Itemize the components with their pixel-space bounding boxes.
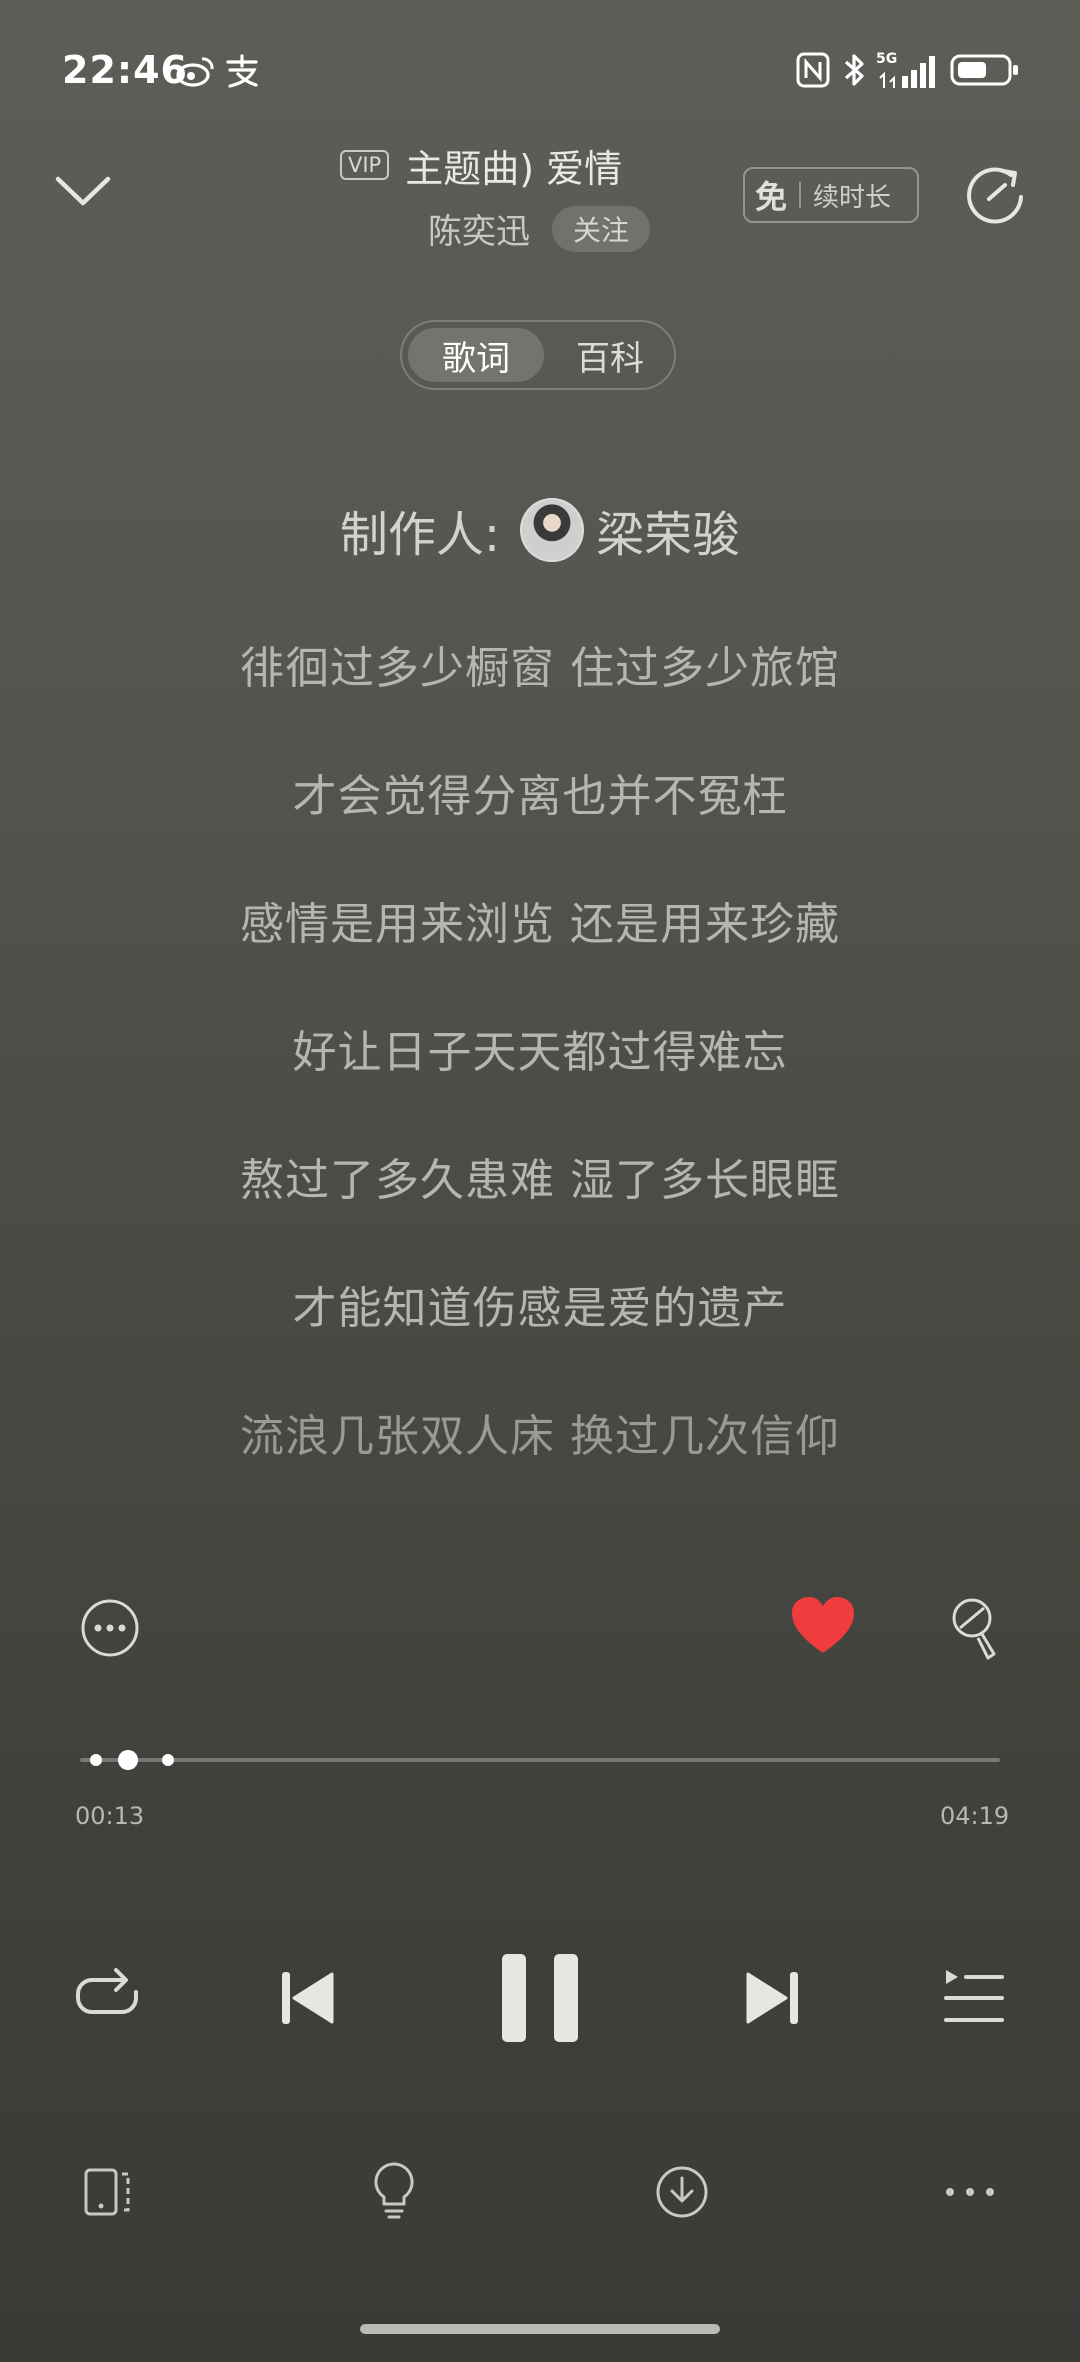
producer-label: 制作人: [339,507,501,563]
lyrics-wiki-tabs: 歌词 百科 [400,320,676,390]
song-title: 主题曲) 爱情 [405,146,623,191]
next-track-icon[interactable] [744,1968,800,2028]
home-indicator[interactable] [360,2324,720,2334]
device-cast-icon[interactable] [82,2166,134,2218]
lyric-line[interactable]: 感情是用来浏览 还是用来珍藏 [0,888,1080,952]
progress-thumb[interactable] [118,1750,138,1770]
download-icon[interactable] [654,2164,710,2220]
producer-avatar[interactable] [520,498,585,562]
alipay-icon [226,54,258,88]
lyric-line[interactable]: 才会觉得分离也并不冤枉 [0,760,1080,824]
follow-button[interactable]: 关注 [552,206,650,252]
current-time: 00:13 [75,1802,145,1830]
collapse-chevron-down-icon[interactable] [50,165,116,215]
vip-badge: VIP [340,150,390,180]
free-label: 续时长 [813,182,892,213]
total-time: 04:19 [940,1802,1010,1830]
pause-icon[interactable] [498,1952,582,2044]
karaoke-mic-icon[interactable] [948,1596,1000,1660]
artist-name[interactable]: 陈奕迅 [428,204,530,253]
battery-icon [950,54,1018,86]
bluetooth-icon [844,54,864,86]
weibo-icon [176,57,214,87]
producer-name[interactable]: 梁荣骏 [596,495,740,565]
song-title-area[interactable]: VIP 主题曲) 爱情 [340,140,740,191]
free-divider [799,182,802,208]
lyric-line[interactable]: 徘徊过多少橱窗 住过多少旅馆 [0,632,1080,696]
nfc-icon [796,52,830,88]
free-badge: 免 [755,178,788,216]
tab-wiki[interactable]: 百科 [550,328,670,382]
repeat-mode-icon[interactable] [74,1966,140,2026]
tab-lyrics[interactable]: 歌词 [408,328,544,382]
progress-marker [162,1754,174,1766]
status-time: 22:46 [62,48,188,92]
lyric-line[interactable]: 才能知道伤感是爱的遗产 [0,1272,1080,1336]
lyric-line[interactable]: 流浪几张双人床 换过几次信仰 [0,1400,1080,1464]
lightbulb-icon[interactable] [372,2160,416,2220]
playlist-queue-icon[interactable] [944,1968,1004,2026]
lyric-line[interactable]: 好让日子天天都过得难忘 [0,1016,1080,1080]
share-refresh-icon[interactable] [965,163,1027,225]
more-horizontal-icon[interactable] [944,2182,996,2202]
free-listen-extend-button[interactable]: 免 续时长 [743,167,919,223]
more-options-icon[interactable] [80,1598,140,1658]
lyric-line[interactable]: 熬过了多久患难 湿了多长眼眶 [0,1144,1080,1208]
progress-bar[interactable] [80,1750,1000,1770]
producer-credit: 制作人: 梁荣骏 [0,495,1080,565]
like-heart-icon[interactable] [790,1595,856,1657]
previous-track-icon[interactable] [280,1968,336,2028]
progress-marker [90,1754,102,1766]
signal-5g-icon [879,56,935,88]
